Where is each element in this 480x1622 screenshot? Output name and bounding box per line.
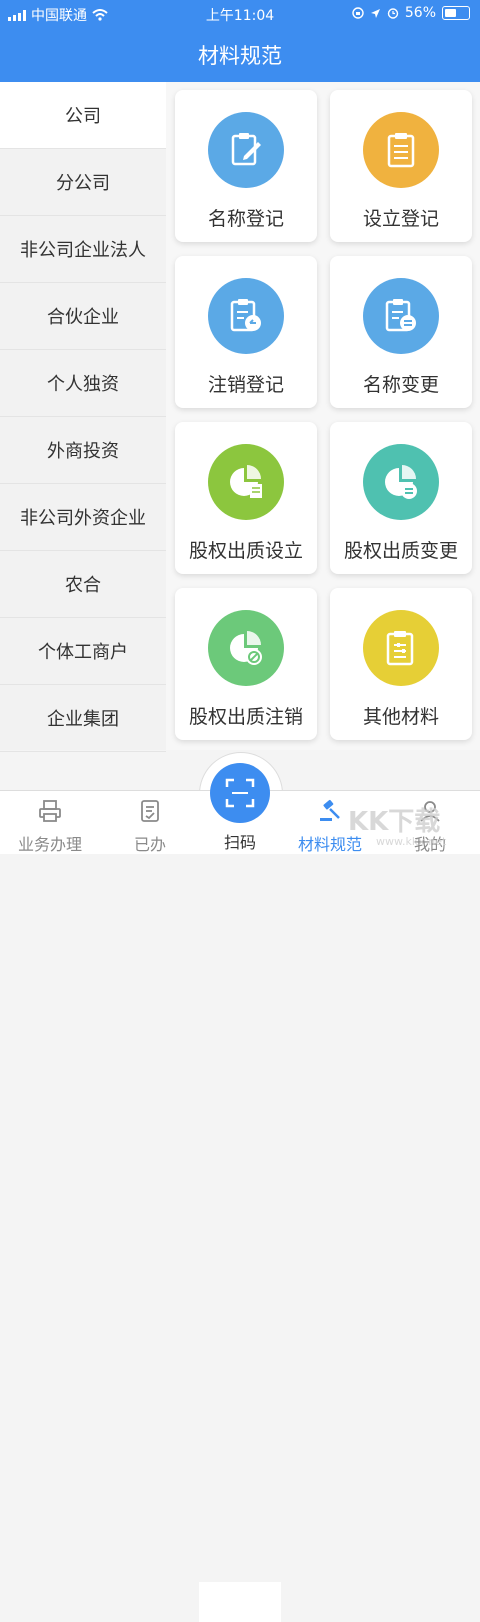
sidebar-item-label: 外商投资 — [47, 441, 119, 462]
sidebar-item-label: 企业集团 — [47, 709, 119, 730]
sidebar-item-branch[interactable]: 分公司 — [0, 149, 166, 216]
card-equity-pledge-establishment[interactable]: 股权出质设立 — [175, 422, 317, 574]
card-label: 设立登记 — [362, 208, 439, 230]
card-name-change[interactable]: 名称变更 — [330, 256, 472, 408]
battery-percent: 56% — [404, 5, 436, 21]
clipboard-sliders-icon — [386, 631, 414, 666]
sidebar-item-label: 农合 — [65, 575, 101, 596]
sidebar-item-non-company-foreign-enterprise[interactable]: 非公司外资企业 — [0, 484, 166, 551]
card-equity-pledge-cancellation[interactable]: 股权出质注销 — [175, 588, 317, 740]
sidebar-item-label: 非公司企业法人 — [20, 240, 146, 261]
clipboard-cancel-icon — [230, 299, 261, 332]
header: 中国联通 上午11:04 56% 材料规范 — [0, 0, 480, 82]
rotation-lock-icon — [352, 7, 364, 19]
scan-button-cover — [199, 1582, 281, 1622]
gavel-icon — [320, 799, 340, 821]
card-deregistration[interactable]: 注销登记 — [175, 256, 317, 408]
material-grid: 名称登记 设立登记 注销登记 名称变更 股权出质设立 股权出质变更 股权出质注销… — [166, 82, 480, 750]
sidebar-item-enterprise-group[interactable]: 企业集团 — [0, 685, 166, 752]
card-label: 注销登记 — [207, 374, 284, 396]
status-bar: 中国联通 上午11:04 56% — [0, 0, 480, 26]
sidebar-item-company[interactable]: 公司 — [0, 82, 166, 149]
card-label: 名称登记 — [207, 208, 284, 230]
sidebar-item-label: 非公司外资企业 — [20, 508, 146, 529]
pie-chart-document-icon — [230, 465, 262, 498]
category-sidebar: 公司 分公司 非公司企业法人 合伙企业 个人独资 外商投资 非公司外资企业 农合… — [0, 82, 166, 752]
card-label: 其他材料 — [362, 706, 439, 728]
scan-label: 扫码 — [223, 833, 256, 852]
card-label: 股权出质注销 — [188, 706, 303, 728]
sidebar-item-sole-proprietorship[interactable]: 个人独资 — [0, 350, 166, 417]
sidebar-item-label: 合伙企业 — [47, 307, 119, 328]
card-icon-circle — [208, 278, 284, 354]
card-label: 股权出质设立 — [188, 540, 303, 562]
card-icon-circle — [208, 610, 284, 686]
checklist-icon — [141, 800, 159, 822]
page-title: 材料规范 — [198, 44, 282, 68]
card-icon-circle — [208, 444, 284, 520]
sidebar-item-non-company-legal-person[interactable]: 非公司企业法人 — [0, 216, 166, 283]
sidebar-item-partnership[interactable]: 合伙企业 — [0, 283, 166, 350]
location-icon — [370, 8, 380, 18]
svg-text:KK下载: KK下载 — [348, 807, 440, 837]
alarm-icon — [387, 8, 399, 19]
card-label: 名称变更 — [362, 374, 439, 396]
card-icon-circle — [363, 278, 439, 354]
printer-icon — [39, 800, 61, 822]
pie-chart-cancel-icon — [230, 631, 262, 665]
clipboard-swap-icon — [385, 299, 416, 332]
pie-chart-swap-icon — [385, 465, 417, 499]
tab-label: 已办 — [133, 835, 166, 854]
scan-button[interactable] — [210, 763, 270, 823]
battery-fill — [445, 9, 456, 17]
card-icon-circle — [363, 112, 439, 188]
card-icon-circle — [208, 112, 284, 188]
tab-business[interactable]: 业务办理 — [0, 791, 100, 854]
sidebar-item-foreign-investment[interactable]: 外商投资 — [0, 417, 166, 484]
sidebar-item-label: 分公司 — [56, 173, 110, 194]
card-icon-circle — [363, 444, 439, 520]
tab-done[interactable]: 已办 — [100, 791, 200, 854]
sidebar-item-individual-business[interactable]: 个体工商户 — [0, 618, 166, 685]
scan-icon — [225, 778, 255, 808]
card-other-materials[interactable]: 其他材料 — [330, 588, 472, 740]
clipboard-list-icon — [387, 133, 415, 168]
svg-text:www.kkx.net: www.kkx.net — [376, 835, 447, 848]
card-name-registration[interactable]: 名称登记 — [175, 90, 317, 242]
clipboard-edit-icon — [231, 133, 261, 166]
card-icon-circle — [363, 610, 439, 686]
sidebar-item-cooperative[interactable]: 农合 — [0, 551, 166, 618]
battery-icon — [442, 6, 470, 20]
kk-download-watermark-logo: KK下载 www.kkx.net — [348, 807, 447, 848]
tab-label: 业务办理 — [17, 835, 82, 854]
sidebar-item-label: 公司 — [65, 106, 101, 127]
sidebar-item-label: 个体工商户 — [38, 642, 128, 663]
status-right: 56% — [352, 5, 470, 21]
sidebar-item-label: 个人独资 — [47, 374, 119, 395]
card-label: 股权出质变更 — [343, 540, 458, 562]
card-establishment-registration[interactable]: 设立登记 — [330, 90, 472, 242]
card-equity-pledge-change[interactable]: 股权出质变更 — [330, 422, 472, 574]
